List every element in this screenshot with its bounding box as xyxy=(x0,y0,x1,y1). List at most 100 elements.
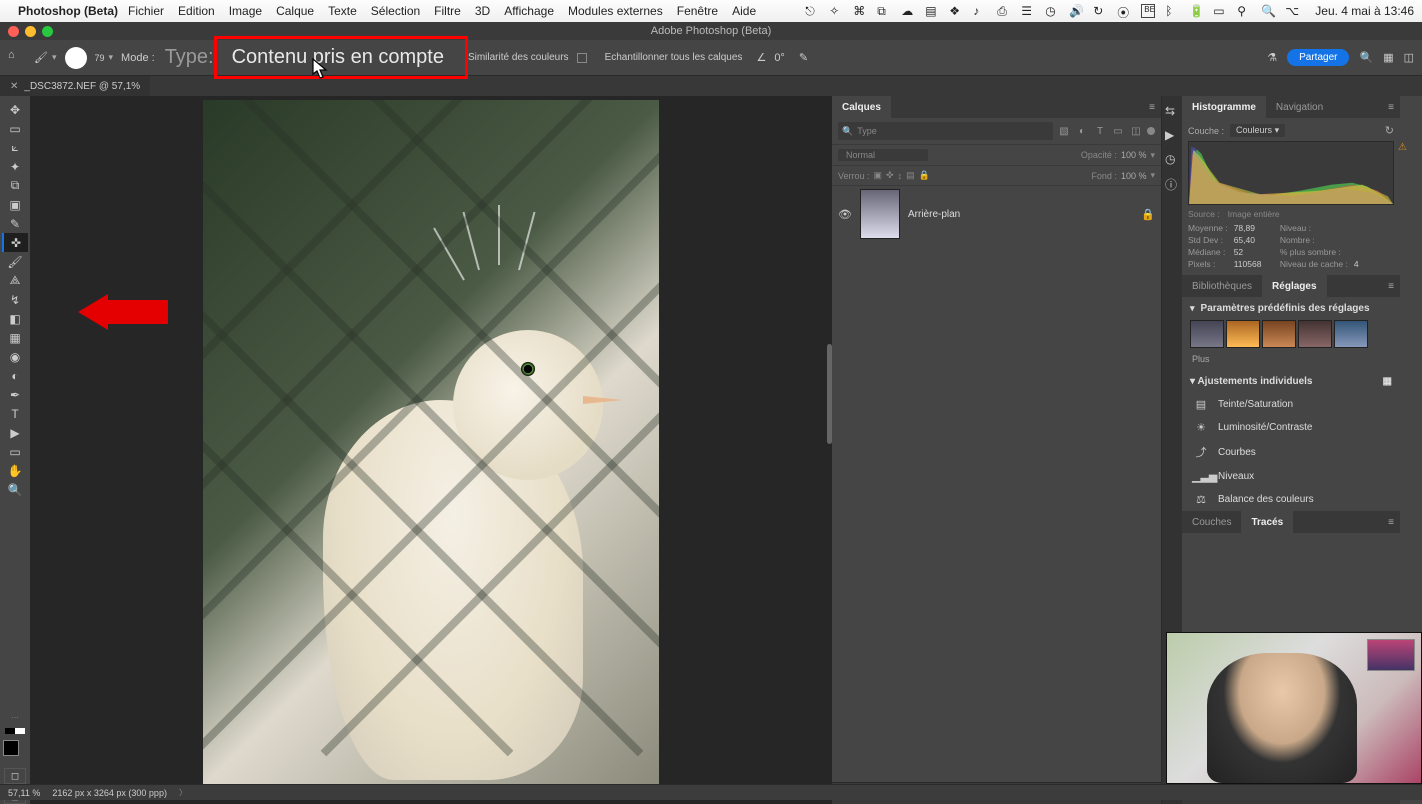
hand-tool[interactable]: ✋ xyxy=(2,461,28,480)
tab-traces[interactable]: Tracés xyxy=(1241,511,1293,533)
preset-thumb[interactable] xyxy=(1262,320,1296,348)
sample-all-checkbox[interactable] xyxy=(577,53,587,63)
control-center-icon[interactable]: ⌥ xyxy=(1285,4,1299,18)
filter-type-icon[interactable]: T xyxy=(1093,124,1107,138)
presets-header[interactable]: ▾Paramètres prédéfinis des réglages xyxy=(1182,297,1400,320)
zoom-tool[interactable]: 🔍 xyxy=(2,480,28,499)
workspace-icon[interactable]: ▦ xyxy=(1383,51,1393,64)
menu-modules[interactable]: Modules externes xyxy=(568,4,663,18)
channel-dropdown[interactable]: Couleurs ▾ xyxy=(1230,124,1285,137)
pressure-icon[interactable]: ✎ xyxy=(799,51,808,64)
path-selection-tool[interactable]: ▶ xyxy=(2,423,28,442)
lock-all-icon[interactable]: 🔒 xyxy=(919,170,930,181)
type-dropdown[interactable]: Contenu pris en compte xyxy=(222,44,454,71)
frame-icon[interactable]: ◫ xyxy=(1404,51,1414,64)
blend-mode-dropdown[interactable]: Normal xyxy=(838,149,928,161)
bluetooth-icon[interactable]: ᛒ xyxy=(1165,4,1179,18)
refresh-icon[interactable]: ↻ xyxy=(1385,124,1394,137)
filter-smart-icon[interactable]: ◫ xyxy=(1129,124,1143,138)
lock-icon[interactable]: 🔒 xyxy=(1141,208,1155,221)
dodge-tool[interactable]: ◐ xyxy=(2,366,28,385)
document-tab[interactable]: ✕ _DSC3872.NEF @ 57,1% xyxy=(0,76,150,96)
app-name[interactable]: Photoshop (Beta) xyxy=(18,4,118,18)
frame-tool[interactable]: ▣ xyxy=(2,195,28,214)
close-window[interactable] xyxy=(8,26,19,37)
tray-icon[interactable]: ◷ xyxy=(1045,4,1059,18)
layer-thumbnail[interactable] xyxy=(860,189,900,239)
menu-fichier[interactable]: Fichier xyxy=(128,4,164,18)
menu-selection[interactable]: Sélection xyxy=(371,4,420,18)
panel-menu-icon[interactable]: ≡ xyxy=(1382,517,1400,528)
tool-preset-icon[interactable]: 🖌 xyxy=(34,51,48,64)
menu-affichage[interactable]: Affichage xyxy=(504,4,554,18)
collapsed-icon[interactable]: ◷ xyxy=(1165,152,1179,166)
crop-tool[interactable]: ⧉ xyxy=(2,176,28,195)
move-tool[interactable]: ✥ xyxy=(2,100,28,119)
layers-search[interactable]: 🔍 Type xyxy=(838,122,1053,140)
adj-niveaux[interactable]: ▁▃▅Niveaux xyxy=(1182,465,1400,488)
cache-warning-icon[interactable]: ⚠ xyxy=(1398,142,1407,153)
chevron-right-icon[interactable]: 〉 xyxy=(179,787,187,798)
collapsed-icon[interactable]: ⓘ xyxy=(1165,176,1179,190)
history-brush-tool[interactable]: ↯ xyxy=(2,290,28,309)
grid-icon[interactable]: ▦ xyxy=(1383,376,1392,387)
brush-tool[interactable]: 🖌 xyxy=(2,252,28,271)
doc-info[interactable]: 2162 px x 3264 px (300 ppp) xyxy=(52,788,167,798)
canvas-area[interactable] xyxy=(30,96,832,804)
lock-position-icon[interactable]: ✜ xyxy=(886,170,894,181)
lock-artboard-icon[interactable]: ▤ xyxy=(906,170,915,181)
panel-menu-icon[interactable]: ≡ xyxy=(1382,281,1400,292)
adj-luminosite[interactable]: ☀Luminosité/Contraste xyxy=(1182,416,1400,439)
tray-icon[interactable]: ❖ xyxy=(949,4,963,18)
angle-icon[interactable]: ∠ xyxy=(756,51,766,64)
tab-bibliotheques[interactable]: Bibliothèques xyxy=(1182,275,1262,297)
home-icon[interactable]: ⌂ xyxy=(8,49,26,67)
chevron-down-icon[interactable]: ▾ xyxy=(109,52,114,63)
similarity-label[interactable]: Similarité des couleurs xyxy=(468,52,569,63)
tray-icon[interactable]: ⦿ xyxy=(1117,4,1131,18)
shape-tool[interactable]: ▭ xyxy=(2,442,28,461)
menu-texte[interactable]: Texte xyxy=(328,4,357,18)
edit-toolbar[interactable]: ⋯ xyxy=(12,714,19,722)
presets-more[interactable]: Plus xyxy=(1182,348,1400,370)
clock[interactable]: Jeu. 4 mai à 13:46 xyxy=(1315,4,1414,18)
layer-item-background[interactable]: 👁 Arrière-plan 🔒 xyxy=(832,186,1161,242)
collapsed-icon[interactable]: ▶ xyxy=(1165,128,1179,142)
opacity-value[interactable]: 100 % xyxy=(1121,150,1147,160)
adj-balance[interactable]: ⚖Balance des couleurs xyxy=(1182,488,1400,511)
tray-icon[interactable]: ⌘ xyxy=(853,4,867,18)
panel-menu-icon[interactable]: ≡ xyxy=(1382,102,1400,113)
display-icon[interactable]: ▭ xyxy=(1213,4,1227,18)
menu-filtre[interactable]: Filtre xyxy=(434,4,461,18)
tray-icon[interactable]: ☁︎ xyxy=(901,4,915,18)
chevron-down-icon[interactable]: ▾ xyxy=(52,52,57,63)
preset-thumb[interactable] xyxy=(1334,320,1368,348)
menu-aide[interactable]: Aide xyxy=(732,4,756,18)
adj-teinte-saturation[interactable]: ▤Teinte/Saturation xyxy=(1182,393,1400,416)
tab-calques[interactable]: Calques xyxy=(832,96,891,118)
zoom-value[interactable]: 57,11 % xyxy=(8,788,40,798)
filter-toggle[interactable] xyxy=(1147,127,1155,135)
wifi-icon[interactable]: ⚲ xyxy=(1237,4,1251,18)
tray-icon[interactable]: 🔊 xyxy=(1069,4,1083,18)
tab-histogram[interactable]: Histogramme xyxy=(1182,96,1266,118)
mac-menubar[interactable]: Photoshop (Beta) Fichier Edition Image C… xyxy=(0,0,1422,22)
gradient-tool[interactable]: ▦ xyxy=(2,328,28,347)
tab-couches[interactable]: Couches xyxy=(1182,511,1241,533)
tray-icon[interactable]: ⎋ xyxy=(805,4,819,18)
visibility-icon[interactable]: 👁 xyxy=(838,208,852,221)
color-swatches[interactable] xyxy=(3,740,27,764)
adjustments-header[interactable]: ▾ Ajustements individuels▦ xyxy=(1182,370,1400,393)
menu-fenetre[interactable]: Fenêtre xyxy=(677,4,718,18)
preset-thumb[interactable] xyxy=(1226,320,1260,348)
preset-thumb[interactable] xyxy=(1298,320,1332,348)
marquee-tool[interactable]: ▭ xyxy=(2,119,28,138)
tray-icon[interactable]: ⎙ xyxy=(997,4,1011,18)
document-canvas[interactable] xyxy=(203,100,659,790)
tab-navigation[interactable]: Navigation xyxy=(1266,96,1333,118)
adj-courbes[interactable]: ⤴Courbes xyxy=(1182,439,1400,465)
scrollbar[interactable] xyxy=(827,344,832,444)
angle-value[interactable]: 0° xyxy=(774,52,785,64)
minimize-window[interactable] xyxy=(25,26,36,37)
tab-reglages[interactable]: Réglages xyxy=(1262,275,1326,297)
